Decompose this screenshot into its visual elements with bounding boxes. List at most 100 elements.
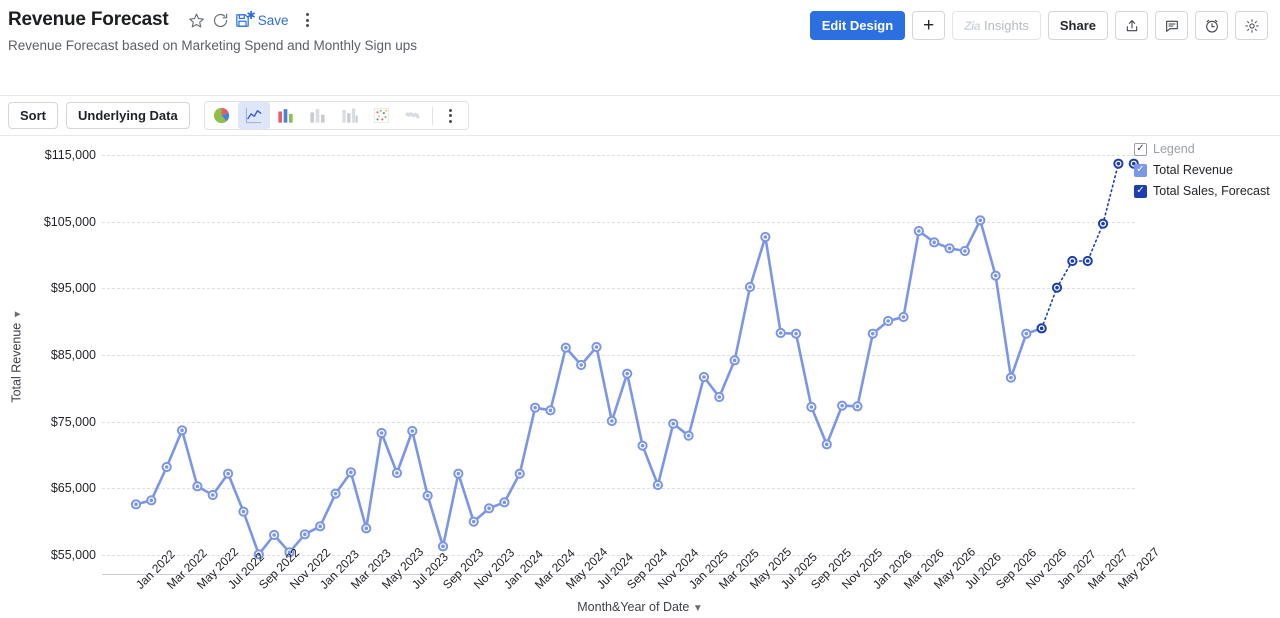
data-point[interactable]	[668, 418, 679, 429]
gear-icon[interactable]	[1235, 11, 1268, 40]
data-point[interactable]	[376, 427, 387, 439]
chevron-down-icon: ▼	[692, 603, 703, 614]
scatter-chart-icon[interactable]	[366, 102, 398, 129]
data-point[interactable]	[576, 359, 587, 371]
data-point[interactable]	[883, 315, 894, 327]
data-point[interactable]	[1082, 255, 1093, 267]
more-chart-types-icon[interactable]	[435, 102, 467, 129]
share-button[interactable]: Share	[1047, 11, 1108, 40]
pie-chart-icon[interactable]	[206, 102, 238, 129]
data-point[interactable]	[514, 468, 525, 479]
data-point[interactable]	[898, 311, 909, 323]
add-button[interactable]: +	[912, 11, 946, 40]
data-point[interactable]	[130, 499, 142, 510]
data-point[interactable]	[545, 405, 556, 416]
comment-icon[interactable]	[1155, 11, 1188, 40]
data-point[interactable]	[821, 439, 832, 450]
y-axis-tick: $75,000	[50, 414, 96, 429]
alarm-clock-icon[interactable]	[1195, 11, 1228, 40]
data-point[interactable]	[929, 237, 940, 248]
underlying-data-button[interactable]: Underlying Data	[66, 102, 190, 129]
sort-button[interactable]: Sort	[8, 102, 58, 129]
data-point[interactable]	[867, 328, 878, 339]
data-point[interactable]	[530, 402, 541, 413]
data-point[interactable]	[315, 521, 326, 532]
refresh-icon[interactable]	[208, 8, 232, 32]
data-point[interactable]	[499, 497, 510, 508]
data-point[interactable]	[1005, 372, 1017, 383]
data-point[interactable]	[744, 281, 756, 293]
data-point[interactable]	[299, 529, 310, 540]
data-point[interactable]	[591, 341, 602, 353]
data-point[interactable]	[852, 401, 863, 412]
data-point[interactable]	[560, 342, 571, 353]
legend-toggle[interactable]: ✓ Legend	[1134, 142, 1274, 156]
data-point[interactable]	[391, 467, 403, 479]
data-point[interactable]	[361, 523, 372, 534]
data-point[interactable]	[606, 415, 617, 427]
zia-insights-button[interactable]: Zia Insights	[952, 11, 1041, 40]
data-point[interactable]	[207, 489, 218, 501]
legend-item-checkbox[interactable]: ✓	[1134, 184, 1147, 198]
legend-checkbox[interactable]: ✓	[1134, 142, 1147, 156]
data-point[interactable]	[176, 425, 188, 436]
page-subtitle: Revenue Forecast based on Marketing Spen…	[8, 38, 418, 53]
legend-item[interactable]: ✓ Total Sales, Forecast	[1134, 184, 1274, 198]
data-point[interactable]	[975, 215, 986, 226]
grouped-bar-chart-icon[interactable]	[334, 102, 366, 129]
legend-item-checkbox[interactable]: ✓	[1134, 163, 1147, 177]
more-options-icon[interactable]	[298, 9, 316, 31]
data-point[interactable]	[806, 401, 817, 413]
star-icon[interactable]	[184, 8, 208, 32]
bar-chart-icon[interactable]	[270, 102, 302, 129]
data-point[interactable]	[729, 355, 740, 366]
data-point[interactable]	[714, 391, 725, 403]
save-button[interactable]: ✱ Save	[234, 10, 288, 29]
data-point[interactable]	[146, 495, 157, 506]
data-point[interactable]	[483, 503, 495, 514]
data-point[interactable]	[837, 400, 848, 411]
legend-item[interactable]: ✓ Total Revenue	[1134, 163, 1274, 177]
data-point[interactable]	[330, 488, 341, 499]
data-point[interactable]	[944, 243, 955, 254]
data-point[interactable]	[1113, 158, 1124, 169]
data-point[interactable]	[468, 516, 479, 527]
title-row: Revenue Forecast ✱ Save	[8, 8, 316, 32]
data-point[interactable]	[1036, 323, 1047, 334]
data-point[interactable]	[913, 225, 924, 237]
data-point[interactable]	[453, 468, 464, 479]
data-point[interactable]	[407, 425, 418, 437]
data-point[interactable]	[790, 328, 802, 339]
data-point[interactable]	[683, 430, 694, 441]
data-point[interactable]	[422, 490, 433, 501]
data-point[interactable]	[345, 467, 356, 478]
legend-item-label: Total Revenue	[1153, 163, 1233, 177]
data-point[interactable]	[1021, 328, 1032, 339]
data-point[interactable]	[959, 245, 971, 257]
insights-label: Insights	[984, 18, 1029, 33]
y-axis-tick: $65,000	[50, 481, 96, 496]
edit-design-button[interactable]: Edit Design	[809, 11, 906, 40]
map-chart-icon[interactable]	[398, 102, 430, 129]
data-point[interactable]	[775, 327, 786, 339]
data-point[interactable]	[192, 481, 203, 492]
data-point[interactable]	[1051, 282, 1063, 293]
data-point[interactable]	[238, 506, 249, 517]
data-point[interactable]	[637, 440, 648, 451]
data-point[interactable]	[223, 468, 234, 479]
data-point[interactable]	[1097, 218, 1109, 229]
data-point[interactable]	[760, 231, 771, 243]
y-axis-tick: $95,000	[50, 281, 96, 296]
data-point[interactable]	[652, 479, 664, 491]
data-point[interactable]	[161, 461, 172, 473]
export-icon[interactable]	[1115, 11, 1148, 40]
stacked-bar-chart-icon[interactable]	[302, 102, 334, 129]
data-point[interactable]	[990, 270, 1001, 281]
data-point[interactable]	[1067, 255, 1078, 267]
x-axis-title[interactable]: Month&Year of Date ▼	[0, 600, 1280, 614]
data-point[interactable]	[622, 368, 633, 379]
data-point[interactable]	[698, 371, 710, 383]
line-chart-icon[interactable]	[237, 102, 270, 129]
toolbar-divider	[431, 106, 433, 125]
data-point[interactable]	[269, 529, 280, 541]
